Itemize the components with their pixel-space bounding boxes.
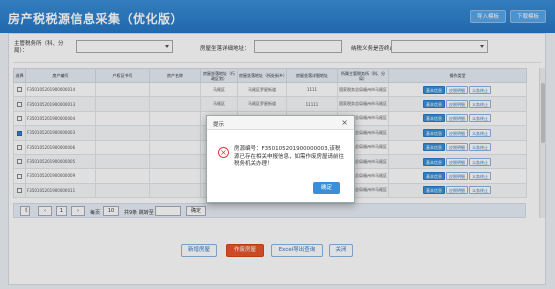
dialog-message: 房源编号：F350105201900000003,该税源已存在相关申报信息，如需… xyxy=(234,146,345,168)
error-icon: × xyxy=(218,147,229,158)
dialog-title: 提示 xyxy=(213,122,225,128)
close-icon[interactable]: × xyxy=(341,118,348,127)
dialog-ok-button[interactable]: 确定 xyxy=(313,182,340,194)
alert-dialog: 提示 × × 房源编号：F350105201900000003,该税源已存在相关… xyxy=(206,115,355,203)
dialog-header: 提示 × xyxy=(207,116,354,130)
